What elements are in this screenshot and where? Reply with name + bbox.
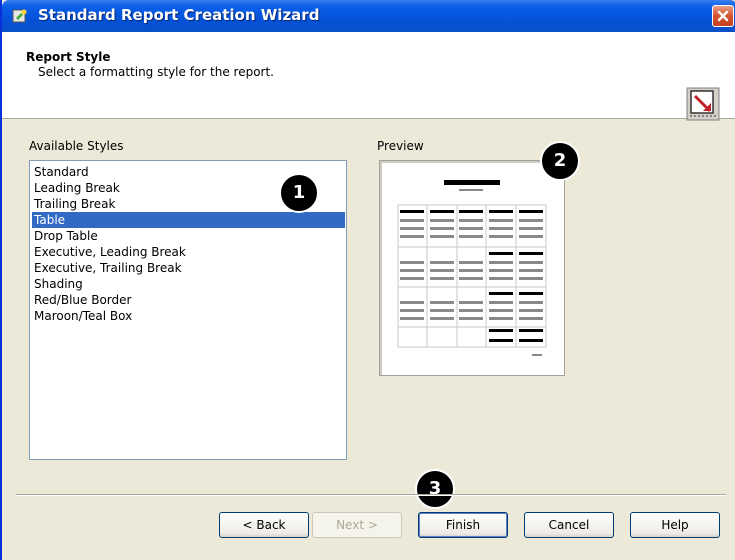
step-subtitle: Select a formatting style for the report… — [38, 65, 274, 79]
style-preview — [379, 160, 565, 376]
list-item-selected[interactable]: Table — [32, 212, 345, 228]
list-item[interactable]: Drop Table — [32, 228, 98, 244]
back-button[interactable]: < Back — [219, 512, 309, 538]
report-wizard-icon — [686, 87, 720, 121]
list-item[interactable]: Executive, Leading Break — [32, 244, 186, 260]
list-item[interactable]: Maroon/Teal Box — [32, 308, 132, 324]
wizard-header: Report Style Select a formatting style f… — [2, 32, 735, 121]
callout-badge-2: 2 — [540, 141, 580, 181]
preview-label: Preview — [377, 139, 424, 153]
list-item[interactable]: Trailing Break — [32, 196, 115, 212]
title-bar[interactable]: Standard Report Creation Wizard — [2, 0, 735, 32]
list-item[interactable]: Leading Break — [32, 180, 120, 196]
callout-badge-1: 1 — [279, 173, 319, 213]
list-item[interactable]: Shading — [32, 276, 83, 292]
wizard-window: Standard Report Creation Wizard Report S… — [0, 0, 735, 560]
list-item[interactable]: Executive, Trailing Break — [32, 260, 182, 276]
step-title: Report Style — [26, 50, 111, 64]
available-styles-label: Available Styles — [29, 139, 124, 153]
list-item[interactable]: Standard — [32, 164, 89, 180]
close-button[interactable] — [712, 5, 734, 27]
callout-badge-3: 3 — [415, 469, 455, 509]
footer-separator — [16, 494, 726, 496]
table-style-preview-image — [397, 180, 547, 356]
close-icon — [717, 10, 729, 22]
window-title: Standard Report Creation Wizard — [38, 6, 320, 24]
wizard-app-icon — [12, 8, 28, 24]
finish-button[interactable]: Finish — [418, 512, 508, 538]
next-button[interactable]: Next > — [312, 512, 402, 538]
list-item[interactable]: Red/Blue Border — [32, 292, 131, 308]
help-button[interactable]: Help — [630, 512, 720, 538]
cancel-button[interactable]: Cancel — [524, 512, 614, 538]
